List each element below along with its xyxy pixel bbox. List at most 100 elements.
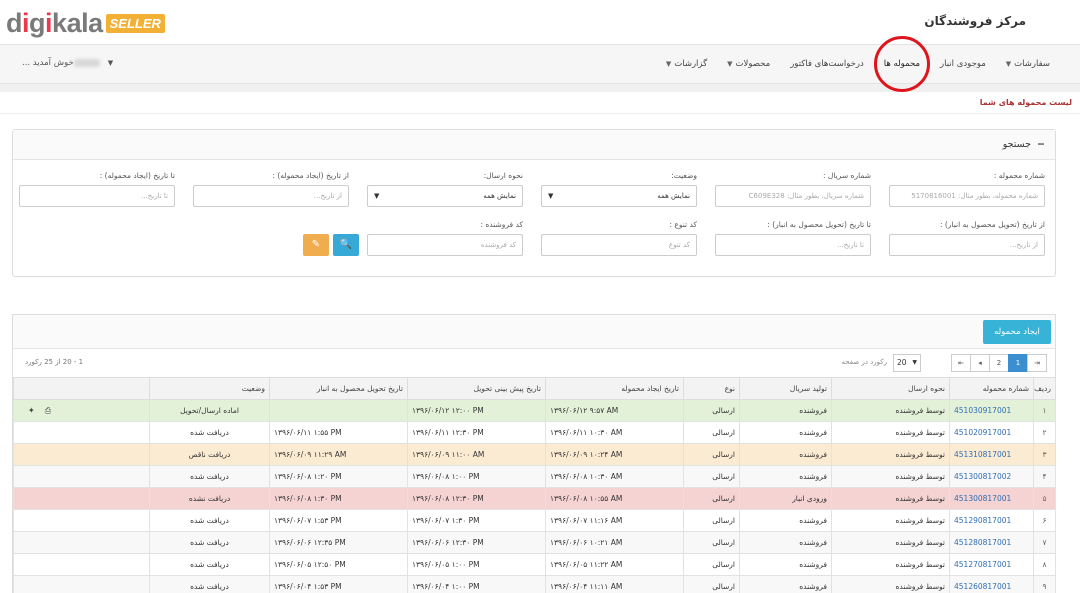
search-panel: −جستجو شماره محموله : شماره محموله، بطور… (12, 129, 1056, 277)
variety-code-input[interactable]: کد تنوع (541, 234, 697, 256)
table-row[interactable]: ۷ 451280817001 توسط فروشنده فروشنده ارسالی ۱۳… (13, 531, 1056, 554)
nav-item-orders[interactable]: سفارشات▼ (1006, 59, 1050, 69)
per-page-value: 20 (897, 358, 907, 367)
column-header[interactable]: وضعیت (149, 377, 270, 400)
row-index: ۸ (1033, 553, 1056, 576)
type-cell: ارسالی (683, 465, 740, 488)
column-header[interactable]: تاریخ پیش بینی تحویل (407, 377, 546, 400)
actions-cell: ✦ ⎙ (13, 399, 150, 422)
print-icon[interactable]: ⎙ (45, 406, 51, 415)
send-method-select[interactable]: نمایش همه ▼ (367, 185, 523, 207)
next-page-button[interactable]: ◂ (970, 354, 990, 372)
nav-item-invoice-requests[interactable]: درخواست‌های فاکتور (790, 59, 864, 69)
shipment-number-link[interactable]: 451270817001 (949, 553, 1034, 576)
from-delivery-input[interactable]: از تاریخ... (889, 234, 1045, 256)
created-date-cell: ۱۳۹۶/۰۶/۰۴ ۱۱:۱۱ AM (545, 575, 684, 593)
shipments-list-panel: ایجاد محموله ⇥ 1 2 ◂ ⇤ 20 ▼ رکورد در صفحه… (12, 314, 1056, 593)
delivered-date-cell: ۱۳۹۶/۰۶/۰۸ ۱:۳۰ PM (269, 487, 408, 510)
status-cell: دریافت ناقص (149, 443, 270, 466)
field-label: وضعیت: (671, 171, 697, 180)
table-row[interactable]: ۱ 451030917001 توسط فروشنده فروشنده ارسالی ۱۳… (13, 399, 1056, 422)
type-cell: ارسالی (683, 575, 740, 593)
shipment-number-input[interactable]: شماره محموله، بطور مثال: 5170816001 (889, 185, 1045, 207)
column-header[interactable]: نحوه ارسال (831, 377, 950, 400)
created-date-cell: ۱۳۹۶/۰۶/۰۸ ۱۰:۳۰ AM (545, 465, 684, 488)
to-delivery-input[interactable]: تا تاریخ... (715, 234, 871, 256)
collapse-icon[interactable]: − (1037, 139, 1045, 150)
send-method-cell: توسط فروشنده (831, 531, 950, 554)
nav-item-shipments[interactable]: محموله ها (873, 36, 930, 92)
seller-code-input[interactable]: کد فروشنده (367, 234, 523, 256)
delivered-date-cell (269, 399, 408, 422)
logo[interactable]: digikala SELLER (6, 8, 165, 39)
search-panel-header[interactable]: −جستجو (13, 130, 1055, 160)
column-header[interactable]: تولید سریال (739, 377, 832, 400)
send-method-cell: توسط فروشنده (831, 421, 950, 444)
chevron-down-icon: ▼ (665, 60, 672, 68)
nav-label: درخواست‌های فاکتور (790, 59, 864, 69)
forecast-date-cell: ۱۳۹۶/۰۶/۰۹ ۱۱:۰۰ AM (407, 443, 546, 466)
shipment-number-link[interactable]: 451260817001 (949, 575, 1034, 593)
shipment-number-link[interactable]: 451310817001 (949, 443, 1034, 466)
created-date-cell: ۱۳۹۶/۰۶/۱۲ ۹:۵۷ AM (545, 399, 684, 422)
search-panel-title: جستجو (1002, 139, 1032, 150)
shipment-number-link[interactable]: 451300817002 (949, 465, 1034, 488)
field-label: کد تنوع : (669, 220, 697, 229)
page-2-button[interactable]: 2 (989, 354, 1009, 372)
created-date-cell: ۱۳۹۶/۰۶/۱۱ ۱۰:۳۰ AM (545, 421, 684, 444)
clear-button[interactable]: ✎ (303, 234, 329, 256)
shipment-number-link[interactable]: 451290817001 (949, 509, 1034, 532)
status-cell: دریافت شده (149, 553, 270, 576)
table-row[interactable]: ۳ 451310817001 توسط فروشنده فروشنده ارسالی ۱۳… (13, 443, 1056, 466)
spacer (0, 84, 1080, 92)
shipment-number-link[interactable]: 451280817001 (949, 531, 1034, 554)
forecast-date-cell: ۱۳۹۶/۰۶/۰۶ ۱۲:۳۰ PM (407, 531, 546, 554)
first-page-button[interactable]: ⇥ (1027, 354, 1047, 372)
search-button[interactable]: 🔍 (333, 234, 359, 256)
table-row[interactable]: ۸ 451270817001 توسط فروشنده فروشنده ارسالی ۱۳… (13, 553, 1056, 576)
shipment-number-link[interactable]: 451300817001 (949, 487, 1034, 510)
shipment-number-link[interactable]: 451030917001 (949, 399, 1034, 422)
actions-cell (13, 465, 150, 488)
created-date-cell: ۱۳۹۶/۰۶/۰۶ ۱۰:۲۱ AM (545, 531, 684, 554)
shipment-number-link[interactable]: 451020917001 (949, 421, 1034, 444)
forecast-date-cell: ۱۳۹۶/۰۶/۰۵ ۱:۰۰ PM (407, 553, 546, 576)
serial-source-cell: فروشنده (739, 421, 832, 444)
column-header[interactable]: تاریخ تحویل محصول به انبار (269, 377, 408, 400)
site-title: مرکز فروشندگان (924, 14, 1026, 28)
per-page-select[interactable]: 20 ▼ (893, 354, 921, 372)
nav-item-products[interactable]: محصولات▼ (727, 59, 770, 69)
from-created-input[interactable]: از تاریخ... (193, 185, 349, 207)
type-cell: ارسالی (683, 531, 740, 554)
serial-number-input[interactable]: شماره سریال، بطور مثال: C609E328 (715, 185, 871, 207)
page-1-button[interactable]: 1 (1008, 354, 1028, 372)
column-header[interactable]: ردیف (1033, 377, 1056, 400)
field-label: تا تاریخ (تحویل محصول به انبار) : (767, 220, 871, 229)
table-row[interactable]: ۴ 451300817002 توسط فروشنده فروشنده ارسالی ۱۳… (13, 465, 1056, 488)
serial-source-cell: فروشنده (739, 553, 832, 576)
column-header[interactable]: تاریخ ایجاد محموله (545, 377, 684, 400)
nav-item-reports[interactable]: گزارشات▼ (666, 59, 707, 69)
table-row[interactable]: ۶ 451290817001 توسط فروشنده فروشنده ارسالی ۱۳… (13, 509, 1056, 532)
status-cell: دریافت شده (149, 509, 270, 532)
to-created-input[interactable]: تا تاریخ... (19, 185, 175, 207)
field-label: کد فروشنده : (480, 220, 523, 229)
tag-icon[interactable]: ✦ (28, 406, 35, 415)
last-page-button[interactable]: ⇤ (951, 354, 971, 372)
forecast-date-cell: ۱۳۹۶/۰۶/۱۲ ۱۲:۰۰ PM (407, 399, 546, 422)
table-row[interactable]: ۵ 451300817001 توسط فروشنده ورودی انبار ارسا… (13, 487, 1056, 510)
nav-item-inventory[interactable]: موجودی انبار (940, 59, 986, 69)
status-select[interactable]: نمایش همه ▼ (541, 185, 697, 207)
row-index: ۴ (1033, 465, 1056, 488)
create-shipment-button[interactable]: ایجاد محموله (983, 320, 1051, 344)
table-row[interactable]: ۹ 451260817001 توسط فروشنده فروشنده ارسالی ۱۳… (13, 575, 1056, 593)
column-header[interactable]: شماره محموله (949, 377, 1034, 400)
table-row[interactable]: ۲ 451020917001 توسط فروشنده فروشنده ارسالی ۱۳… (13, 421, 1056, 444)
forecast-date-cell: ۱۳۹۶/۰۶/۰۴ ۱:۰۰ PM (407, 575, 546, 593)
row-index: ۲ (1033, 421, 1056, 444)
logo-badge: SELLER (105, 14, 165, 33)
row-index: ۳ (1033, 443, 1056, 466)
delivered-date-cell: ۱۳۹۶/۰۶/۰۶ ۱۲:۳۵ PM (269, 531, 408, 554)
column-header[interactable]: نوع (683, 377, 740, 400)
user-menu[interactable]: ▼ خوش آمدید ... (22, 58, 113, 68)
